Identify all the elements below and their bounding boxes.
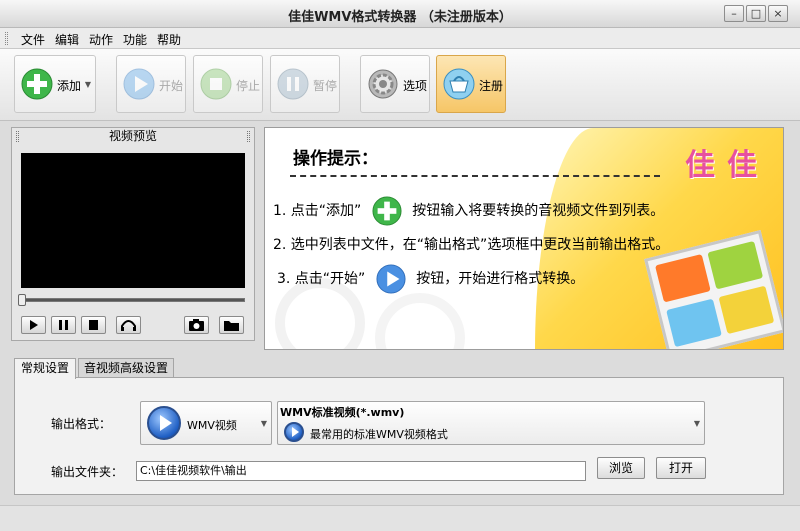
play-button[interactable] [21, 316, 46, 334]
stop-icon [89, 320, 98, 330]
format-profile-dropdown[interactable]: WMV标准视频(*.wmv) 最常用的标准WMV视频格式 ▼ [277, 401, 705, 445]
tab-advanced-av-settings[interactable]: 音视频高级设置 [78, 358, 174, 378]
menu-bar: 文件 编辑 动作 功能 帮助 [0, 28, 800, 49]
stop-button[interactable]: 停止 [193, 55, 263, 113]
chevron-down-icon[interactable]: ▼ [261, 419, 267, 428]
pause-label: 暂停 [313, 79, 338, 93]
menu-grip-icon [5, 32, 8, 45]
basket-icon [443, 68, 475, 100]
maximize-button[interactable]: □ [746, 5, 766, 22]
tip-step-1-text-b: 按钮输入将要转换的音视频文件到列表。 [412, 203, 665, 219]
open-button[interactable]: 打开 [656, 457, 706, 479]
menu-edit[interactable]: 编辑 [55, 31, 79, 48]
video-preview-panel: 视频预览 [11, 127, 255, 341]
tip-step-3: 3. 点击“开始” 按钮，开始进行格式转换。 [277, 264, 584, 294]
pause-icon [277, 68, 309, 100]
tip-step-3-text-a: 3. 点击“开始” [277, 271, 366, 287]
pause-button[interactable]: 暂停 [270, 55, 340, 113]
start-label: 开始 [159, 79, 184, 93]
panel-grip-icon [247, 131, 250, 142]
tip-step-3-text-b: 按钮，开始进行格式转换。 [416, 271, 585, 287]
register-button[interactable]: 注册 [436, 55, 506, 113]
play-icon [123, 68, 155, 100]
tip-step-2: 2. 选中列表中文件，在“输出格式”选项框中更改当前输出格式。 [273, 237, 670, 253]
add-label: 添加 [57, 79, 82, 93]
stop-label: 停止 [236, 79, 261, 93]
tips-heading: 操作提示： [293, 149, 378, 169]
panel-grip-icon [16, 131, 19, 142]
brand-logo: 佳佳 [685, 148, 769, 183]
wmv-profile-icon [284, 422, 304, 442]
folder-icon [224, 321, 239, 331]
format-category-dropdown[interactable]: WMV视频 ▼ [140, 401, 272, 445]
options-button[interactable]: 选项 [360, 55, 430, 113]
tips-divider [290, 175, 660, 177]
tab-general-settings[interactable]: 常规设置 [14, 358, 76, 379]
browse-button[interactable]: 浏览 [597, 457, 645, 479]
add-button[interactable]: 添加 ▼ [14, 55, 96, 113]
close-button[interactable]: × [768, 5, 788, 22]
headphones-icon [121, 320, 136, 331]
format-description: 最常用的标准WMV视频格式 [310, 428, 448, 441]
register-label: 注册 [479, 79, 504, 93]
tips-panel: 佳佳 操作提示： 1. 点击“添加” 按钮输入将要转换的音视频文件到列表。 2.… [264, 127, 784, 350]
camera-icon [189, 319, 204, 331]
tip-step-1-text-a: 1. 点击“添加” [273, 203, 362, 219]
preview-header: 视频预览 [12, 128, 254, 146]
snapshot-button[interactable] [184, 316, 209, 334]
window-title: 佳佳WMV格式转换器 （未注册版本） [288, 10, 512, 25]
output-format-label: 输出格式： [51, 417, 112, 431]
wmv-format-icon [147, 406, 181, 440]
title-bar[interactable]: 佳佳WMV格式转换器 （未注册版本） – □ × [0, 0, 800, 28]
open-folder-button[interactable] [219, 316, 244, 334]
pause-icon [59, 320, 68, 330]
chevron-down-icon[interactable]: ▼ [694, 419, 700, 428]
format-title: WMV标准视频(*.wmv) [280, 406, 405, 419]
stop-icon [200, 68, 232, 100]
tip-step-1: 1. 点击“添加” 按钮输入将要转换的音视频文件到列表。 [273, 196, 664, 226]
video-screen [21, 153, 245, 288]
gear-icon [368, 69, 398, 99]
general-settings-page: 输出格式： WMV视频 ▼ WMV标准视频(*.wmv) 最常用的标准WMV视频… [14, 377, 784, 495]
output-folder-label: 输出文件夹： [51, 465, 124, 479]
menu-file[interactable]: 文件 [21, 31, 45, 48]
pause-control-button[interactable] [51, 316, 76, 334]
format-name: WMV视频 [187, 419, 237, 432]
seek-bar[interactable] [18, 294, 245, 306]
menu-help[interactable]: 帮助 [157, 31, 181, 48]
menu-function[interactable]: 功能 [123, 31, 147, 48]
volume-button[interactable] [116, 316, 141, 334]
seek-handle[interactable] [18, 294, 26, 306]
options-label: 选项 [403, 79, 428, 93]
menu-action[interactable]: 动作 [89, 31, 113, 48]
film-reel-icon [375, 293, 465, 349]
add-icon [372, 196, 402, 226]
stop-control-button[interactable] [81, 316, 106, 334]
play-icon [30, 320, 38, 330]
chevron-down-icon[interactable]: ▼ [85, 80, 91, 89]
play-icon [376, 264, 406, 294]
output-folder-input[interactable]: C:\佳佳视频软件\输出 [136, 461, 586, 481]
toolbar: 添加 ▼ 开始 停止 暂停 选项 注册 [0, 49, 800, 121]
status-bar [0, 505, 800, 531]
add-icon [21, 68, 53, 100]
start-button[interactable]: 开始 [116, 55, 186, 113]
minimize-button[interactable]: – [724, 5, 744, 22]
preview-title: 视频预览 [108, 129, 157, 143]
